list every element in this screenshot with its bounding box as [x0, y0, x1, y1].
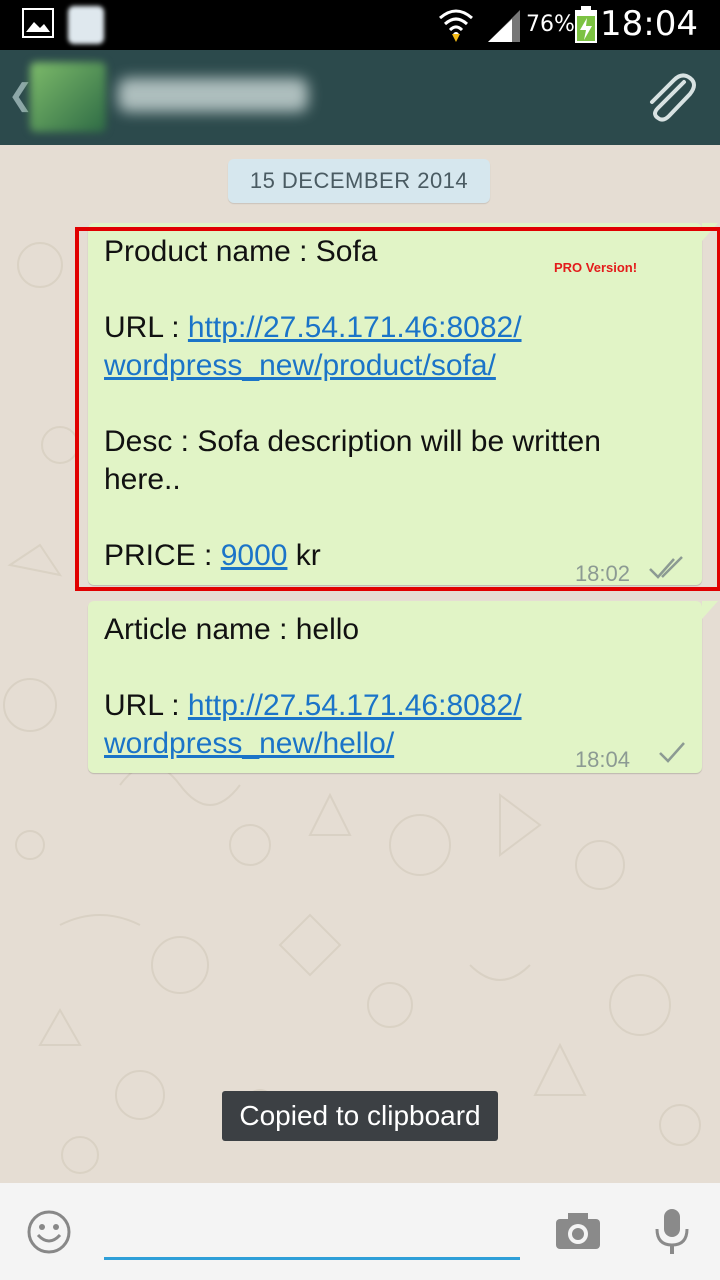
message-input[interactable] — [104, 1197, 520, 1260]
camera-icon[interactable] — [554, 1211, 602, 1251]
url-label: URL : — [104, 689, 188, 722]
app-notification-icon — [68, 6, 104, 44]
message-article-name: Article name : hello — [104, 613, 360, 646]
message-url-row-continued: wordpress_new/hello/ — [104, 725, 394, 763]
date-separator: 15 DECEMBER 2014 — [228, 159, 490, 203]
highlight-frame — [75, 227, 720, 591]
conversation-header: ❮ — [0, 50, 720, 145]
battery-charging-icon — [575, 6, 597, 43]
contact-avatar[interactable] — [30, 62, 106, 132]
wifi-icon — [439, 9, 473, 42]
message-input-bar — [0, 1183, 720, 1280]
signal-icon — [488, 10, 520, 42]
message-bubble[interactable]: Article name : hello URL : http://27.54.… — [88, 601, 718, 773]
mic-icon[interactable] — [652, 1207, 692, 1257]
gallery-notification-icon — [22, 8, 54, 38]
message-time: 18:04 — [574, 747, 630, 772]
single-tick-icon — [659, 742, 685, 763]
contact-name[interactable] — [118, 78, 308, 112]
toast-message: Copied to clipboard — [222, 1091, 498, 1141]
article-url-link-continued[interactable]: wordpress_new/hello/ — [104, 727, 394, 760]
attach-icon[interactable] — [642, 70, 696, 126]
clock: 18:04 — [600, 4, 698, 44]
chat-area[interactable]: 15 DECEMBER 2014 Product name : Sofa PRO… — [0, 145, 720, 1183]
status-bar: 76% 18:04 — [0, 0, 720, 50]
article-url-link[interactable]: http://27.54.171.46:8082/ — [188, 689, 522, 722]
message-url-row: URL : http://27.54.171.46:8082/ — [104, 687, 522, 725]
battery-percent: 76% — [526, 12, 575, 37]
emoji-icon[interactable] — [26, 1209, 72, 1255]
